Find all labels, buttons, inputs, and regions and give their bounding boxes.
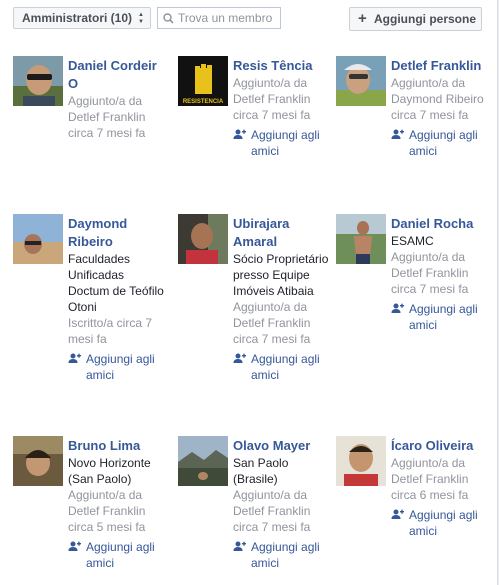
- member-detail: Sócio Proprietário presso Equipe Imóveis…: [233, 252, 329, 298]
- add-friend-button[interactable]: Aggiungi agli amici: [68, 539, 168, 571]
- add-friend-label: Aggiungi agli amici: [251, 128, 320, 158]
- avatar[interactable]: [178, 214, 228, 264]
- member-name[interactable]: Daniel Cordeir O: [68, 57, 168, 93]
- add-friend-label: Aggiungi agli amici: [409, 508, 478, 538]
- add-friend-label: Aggiungi agli amici: [86, 540, 155, 570]
- avatar[interactable]: [336, 214, 386, 264]
- search-input[interactable]: [178, 10, 278, 26]
- avatar[interactable]: [336, 56, 386, 106]
- avatar[interactable]: [13, 214, 63, 264]
- add-people-button[interactable]: + Aggiungi persone: [349, 7, 482, 31]
- add-friend-label: Aggiungi agli amici: [409, 128, 478, 158]
- member-info: Olavo Mayer San Paolo (Brasile) Aggiunto…: [233, 437, 333, 571]
- add-friend-icon: [233, 353, 246, 363]
- member-added-info: Aggiunto/a da Detlef Franklin circa 7 me…: [68, 94, 146, 140]
- member-info: Detlef Franklin Aggiunto/a da Daymond Ri…: [391, 57, 491, 159]
- add-people-label: Aggiungi persone: [374, 12, 476, 26]
- member-info: Daniel Rocha ESAMC Aggiunto/a da Detlef …: [391, 215, 491, 333]
- avatar[interactable]: [178, 436, 228, 486]
- member-added-info: Aggiunto/a da Daymond Ribeiro circa 7 me…: [391, 76, 484, 122]
- members-panel: Amministratori (10) ▲▼ + Aggiungi person…: [0, 0, 498, 585]
- add-friend-icon: [391, 303, 404, 313]
- sort-caret-icon: ▲ ▼: [138, 12, 144, 25]
- add-friend-icon: [233, 129, 246, 139]
- avatar[interactable]: [13, 56, 63, 106]
- member-name[interactable]: Daniel Rocha: [391, 215, 491, 233]
- member-added-info: Aggiunto/a da Detlef Franklin circa 7 me…: [233, 300, 311, 346]
- add-friend-label: Aggiungi agli amici: [86, 352, 155, 382]
- member-name[interactable]: Bruno Lima: [68, 437, 168, 455]
- avatar[interactable]: RESISTENCIA: [178, 56, 228, 106]
- add-friend-icon: [233, 541, 246, 551]
- member-detail: Faculdades Unificadas Doctum de Teófilo …: [68, 252, 164, 314]
- search-icon: [163, 13, 174, 24]
- plus-icon: +: [358, 10, 367, 27]
- member-added-info: Iscritto/a circa 7 mesi fa: [68, 316, 153, 346]
- member-info: Daymond Ribeiro Faculdades Unificadas Do…: [68, 215, 168, 383]
- member-name[interactable]: Ícaro Oliveira: [391, 437, 491, 455]
- add-friend-label: Aggiungi agli amici: [409, 302, 478, 332]
- avatar[interactable]: [13, 436, 63, 486]
- add-friend-icon: [391, 509, 404, 519]
- member-info: Ubirajara Amaral Sócio Proprietário pres…: [233, 215, 333, 383]
- add-friend-button[interactable]: Aggiungi agli amici: [233, 127, 333, 159]
- member-name[interactable]: Daymond Ribeiro: [68, 215, 168, 251]
- member-added-info: Aggiunto/a da Detlef Franklin circa 6 me…: [391, 456, 469, 502]
- member-filter-select[interactable]: Amministratori (10) ▲ ▼: [13, 7, 151, 29]
- add-friend-button[interactable]: Aggiungi agli amici: [391, 127, 491, 159]
- member-name[interactable]: Resis Tência: [233, 57, 333, 75]
- add-friend-button[interactable]: Aggiungi agli amici: [68, 351, 168, 383]
- add-friend-button[interactable]: Aggiungi agli amici: [233, 539, 333, 571]
- members-toolbar: Amministratori (10) ▲▼ + Aggiungi person…: [0, 0, 497, 40]
- member-added-info: Aggiunto/a da Detlef Franklin circa 5 me…: [68, 488, 146, 534]
- add-friend-button[interactable]: Aggiungi agli amici: [391, 301, 491, 333]
- add-friend-label: Aggiungi agli amici: [251, 352, 320, 382]
- member-name[interactable]: Ubirajara Amaral: [233, 215, 333, 251]
- member-added-info: Aggiunto/a da Detlef Franklin circa 7 me…: [391, 250, 469, 296]
- member-detail: Novo Horizonte (San Paolo): [68, 456, 151, 486]
- add-friend-button[interactable]: Aggiungi agli amici: [391, 507, 491, 539]
- member-info: Daniel Cordeir O Aggiunto/a da Detlef Fr…: [68, 57, 168, 141]
- member-added-info: Aggiunto/a da Detlef Franklin circa 7 me…: [233, 488, 311, 534]
- member-info: Ícaro Oliveira Aggiunto/a da Detlef Fran…: [391, 437, 491, 539]
- add-friend-icon: [391, 129, 404, 139]
- member-added-info: Aggiunto/a da Detlef Franklin circa 7 me…: [233, 76, 311, 122]
- member-info: Bruno Lima Novo Horizonte (San Paolo) Ag…: [68, 437, 168, 571]
- member-detail: ESAMC: [391, 234, 434, 248]
- resistencia-logo-text: RESISTENCIA: [183, 99, 224, 105]
- add-friend-icon: [68, 541, 81, 551]
- member-name[interactable]: Olavo Mayer: [233, 437, 333, 455]
- member-info: Resis Tência Aggiunto/a da Detlef Frankl…: [233, 57, 333, 159]
- add-friend-icon: [68, 353, 81, 363]
- add-friend-button[interactable]: Aggiungi agli amici: [233, 351, 333, 383]
- member-filter-label: Amministratori (10): [22, 11, 133, 25]
- add-friend-label: Aggiungi agli amici: [251, 540, 320, 570]
- avatar[interactable]: [336, 436, 386, 486]
- member-search-box[interactable]: [157, 7, 281, 29]
- member-detail: San Paolo (Brasile): [233, 456, 289, 486]
- member-name[interactable]: Detlef Franklin: [391, 57, 491, 75]
